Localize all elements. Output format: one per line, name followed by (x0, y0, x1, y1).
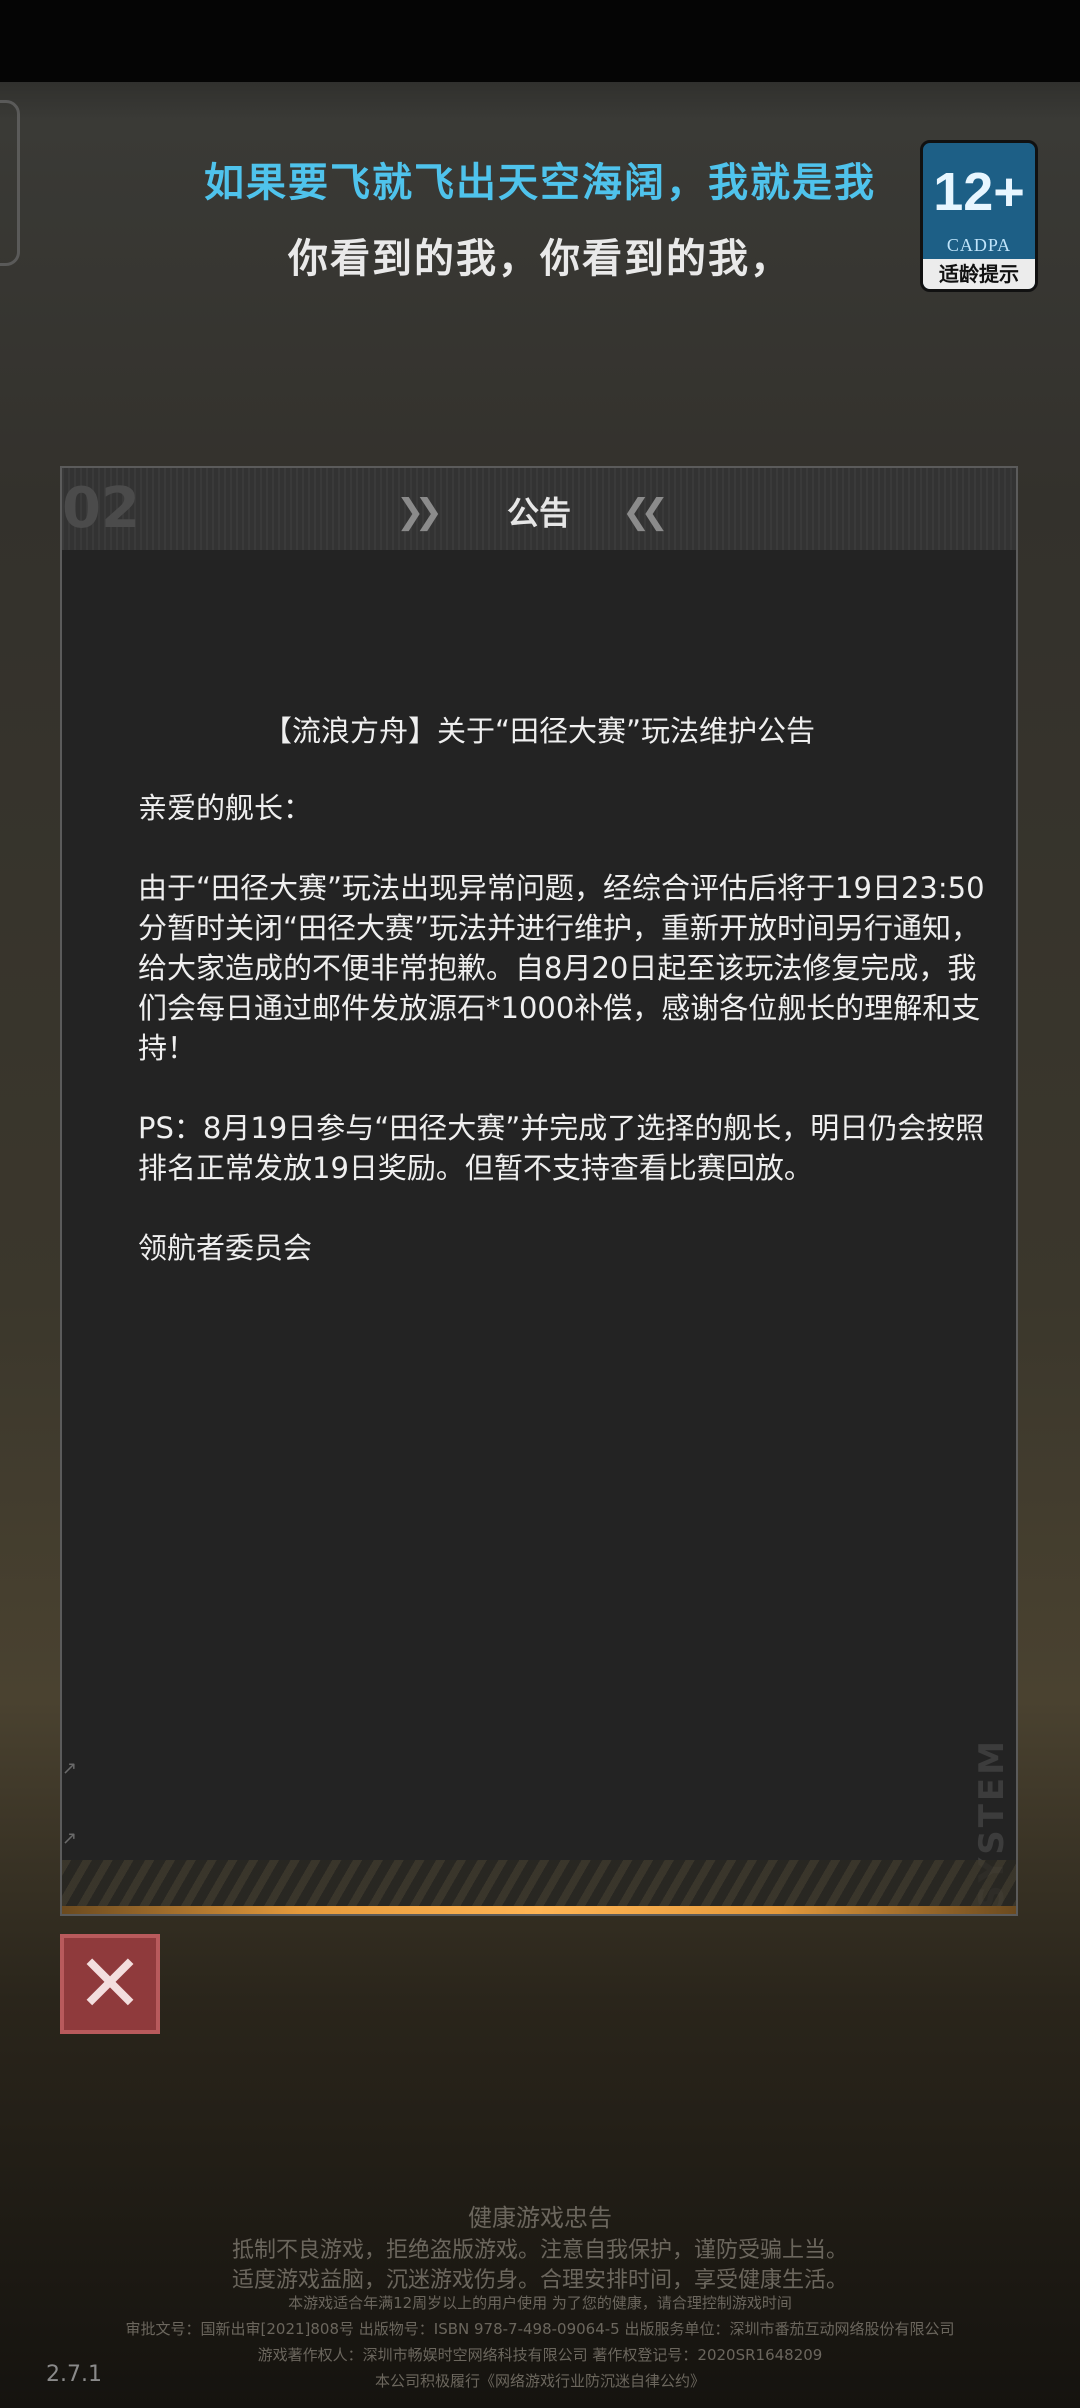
chevron-left-icon: ❮❮ (622, 492, 669, 532)
health-advice-small-3: 游戏著作权人：深圳市畅娱时空网络科技有限公司 著作权登记号：2020SR1648… (257, 2346, 823, 2364)
lyric-line-2: 你看到的我，你看到的我， (288, 236, 792, 282)
age-rating-badge[interactable]: 12+ CADPA 适龄提示 (920, 140, 1038, 292)
notice-paragraph-2: PS：8月19日参与“田径大赛”并完成了选择的舰长，明日仍会按照排名正常发放19… (138, 1111, 985, 1185)
version-label: 2.7.1 (46, 2362, 102, 2387)
health-advice-title: 健康游戏忠告 (468, 2204, 612, 2232)
close-icon: ✕ (76, 1937, 144, 2030)
notice-heading: 【流浪方舟】关于“田径大赛”玩法维护公告 (262, 714, 816, 748)
panel-glow-line (62, 1906, 1016, 1914)
hazard-stripe (62, 1860, 1016, 1906)
close-button[interactable]: ✕ (60, 1934, 160, 2034)
notice-signature: 领航者委员会 (138, 1231, 313, 1265)
health-advice-small-2: 审批文号：国新出审[2021]808号 出版物号：ISBN 978-7-498-… (125, 2320, 955, 2338)
health-advice-line-1: 抵制不良游戏，拒绝盗版游戏。注意自我保护，谨防受骗上当。 (231, 2238, 848, 2263)
corner-arrow-icon: ↗ (62, 1828, 78, 1849)
panel-title: 公告 (506, 494, 571, 532)
age-rating-label: 适龄提示 (923, 259, 1035, 289)
health-advice-small-1: 本游戏适合年满12周岁以上的用户使用 为了您的健康，请合理控制游戏时间 (288, 2294, 792, 2312)
notice-greeting: 亲爱的舰长： (138, 791, 313, 825)
age-rating-org: CADPA (946, 235, 1012, 255)
health-advice-line-2: 适度游戏益脑，沉迷游戏伤身。合理安排时间，享受健康生活。 (231, 2268, 848, 2293)
health-advice-small-4: 本公司积极履行《网络游戏行业防沉迷自律公约》 (374, 2372, 705, 2390)
notice-body: 亲爱的舰长： 由于“田径大赛”玩法出现异常问题，经综合评估后将于19日23:50… (138, 788, 998, 1308)
lyric-line-1: 如果要飞就飞出天空海阔，我就是我 (204, 160, 876, 206)
notice-paragraph-1: 由于“田径大赛”玩法出现异常问题，经综合评估后将于19日23:50分暂时关闭“田… (138, 871, 985, 1065)
panel-header: 02 ❯❯ 公告 ❮❮ (62, 468, 1016, 550)
corner-arrow-icon: ↗ (62, 1758, 78, 1779)
announcement-panel: 02 ❯❯ 公告 ❮❮ 【流浪方舟】关于“田径大赛”玩法维护公告 亲爱的舰长： … (60, 466, 1018, 1916)
age-rating-number: 12+ (933, 162, 1025, 222)
status-bar (0, 0, 1080, 82)
